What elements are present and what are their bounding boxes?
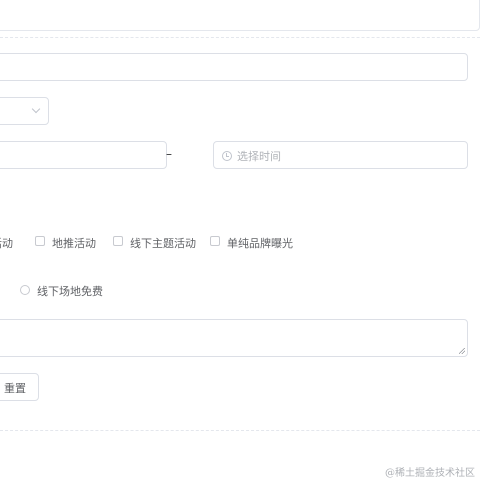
time-picker-input[interactable]: 选择时间 (213, 141, 468, 169)
chevron-down-icon (31, 104, 41, 114)
reset-button-label: 重置 (4, 382, 26, 395)
checkbox-ground-promotion[interactable] (35, 236, 45, 246)
checkbox-label-offline-theme[interactable]: 线下主题活动 (130, 235, 196, 251)
checkbox-label-activity[interactable]: 活动 (0, 235, 13, 251)
checkbox-label-ground-promotion[interactable]: 地推活动 (52, 235, 96, 251)
clock-icon (222, 151, 232, 161)
activity-name-input[interactable] (0, 53, 468, 81)
checkbox-brand-exposure[interactable] (210, 236, 220, 246)
dashed-divider-bottom (0, 430, 480, 431)
dashed-divider-top (0, 37, 480, 38)
watermark-text: @稀土掘金技术社区 (385, 468, 475, 479)
radio-label-offline-venue-free[interactable]: 线下场地免费 (37, 283, 103, 299)
date-picker-input[interactable] (0, 141, 167, 169)
reset-button[interactable]: 重置 (0, 373, 39, 401)
activity-region-select[interactable] (0, 97, 49, 125)
checkbox-offline-theme[interactable] (113, 236, 123, 246)
time-placeholder: 选择时间 (237, 150, 281, 163)
resize-handle-icon[interactable] (459, 348, 465, 354)
form-canvas: – 选择时间 活动 地推活动 线下主题活动 单纯品牌曝光 线下场地免费 重置 @… (0, 0, 480, 480)
activity-form-textarea[interactable] (0, 319, 468, 357)
top-card (0, 0, 480, 31)
radio-offline-venue-free[interactable] (20, 285, 30, 295)
range-separator: – (166, 147, 172, 161)
checkbox-label-brand-exposure[interactable]: 单纯品牌曝光 (227, 235, 293, 251)
